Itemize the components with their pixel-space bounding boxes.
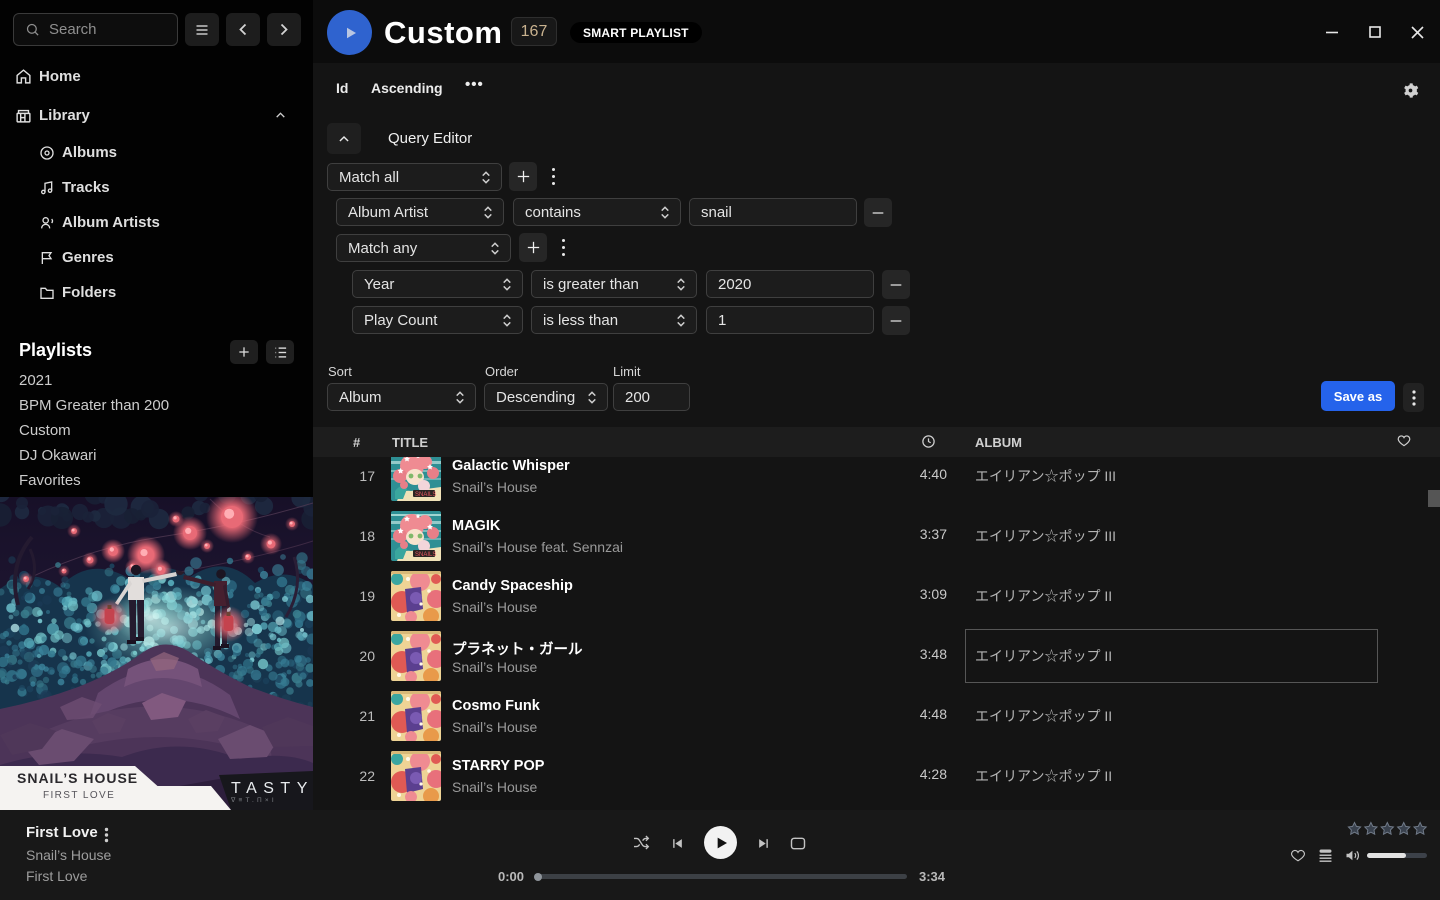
svg-text:TASTY: TASTY bbox=[231, 780, 313, 797]
svg-text:FIRST LOVE: FIRST LOVE bbox=[43, 790, 115, 801]
svg-text:SNAILS: SNAILS bbox=[415, 552, 436, 558]
svg-text:∇≡T.Π×I: ∇≡T.Π×I bbox=[230, 796, 277, 804]
svg-text:SNAIL’S HOUSE: SNAIL’S HOUSE bbox=[17, 770, 138, 786]
svg-text:SNAILS: SNAILS bbox=[415, 492, 436, 498]
